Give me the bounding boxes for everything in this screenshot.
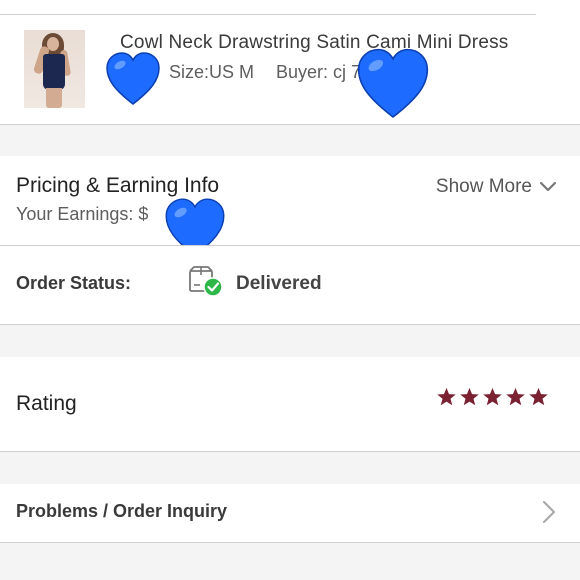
- blue-heart-icon: [357, 48, 429, 119]
- star-icon[interactable]: [436, 387, 457, 407]
- show-more-label: Show More: [435, 176, 532, 197]
- delivered-box-icon: [189, 266, 223, 297]
- buyer-name[interactable]: Buyer: cj 7: [276, 62, 361, 83]
- divider: [0, 324, 580, 325]
- divider: [0, 124, 580, 125]
- order-status-label: Order Status:: [16, 273, 132, 293]
- chevron-right-icon: [542, 500, 556, 524]
- product-thumbnail[interactable]: [24, 30, 85, 108]
- star-icon[interactable]: [459, 387, 480, 407]
- product-title[interactable]: Cowl Neck Drawstring Satin Cami Mini Dre…: [120, 32, 508, 54]
- order-status-section: Order Status: Delivered: [0, 246, 580, 325]
- problems-label: Problems / Order Inquiry: [16, 501, 228, 521]
- show-more-button[interactable]: Show More: [436, 176, 556, 198]
- pricing-section: Pricing & Earning Info Your Earnings: $ …: [0, 156, 580, 257]
- chevron-down-icon: [540, 182, 556, 192]
- problems-order-inquiry-row[interactable]: Problems / Order Inquiry: [0, 484, 580, 543]
- star-icon[interactable]: [482, 387, 503, 407]
- product-card[interactable]: Cowl Neck Drawstring Satin Cami Mini Dre…: [0, 0, 580, 125]
- star-icon[interactable]: [505, 387, 526, 407]
- divider: [0, 14, 536, 15]
- divider: [0, 451, 580, 452]
- star-icon[interactable]: [528, 387, 549, 407]
- rating-section: Rating: [0, 357, 580, 452]
- order-status-value: Delivered: [236, 273, 322, 294]
- product-size: Size:US M: [169, 62, 255, 82]
- pricing-title: Pricing & Earning Info: [16, 174, 220, 197]
- divider: [0, 542, 580, 543]
- star-rating[interactable]: [436, 387, 549, 407]
- rating-label: Rating: [16, 392, 77, 415]
- blue-heart-icon: [106, 52, 160, 105]
- earnings-text: Your Earnings: $: [16, 204, 149, 224]
